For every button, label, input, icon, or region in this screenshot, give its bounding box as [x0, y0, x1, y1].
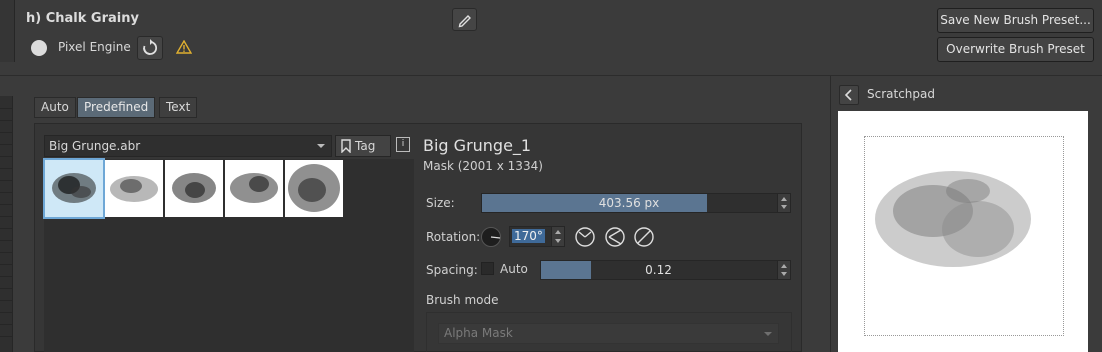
brush-thumbnail[interactable] — [105, 160, 163, 217]
tab-text[interactable]: Text — [159, 97, 198, 118]
grunge-brush-icon — [172, 173, 216, 203]
scratchpad-title: Scratchpad — [867, 87, 935, 101]
rotation-dial[interactable] — [481, 227, 501, 247]
brush-file-select[interactable]: Big Grunge.abr — [44, 135, 332, 157]
brush-thumbnail[interactable] — [285, 160, 343, 217]
bookmark-icon — [341, 139, 351, 153]
grunge-brush-icon — [52, 173, 96, 203]
brush-thumbnail[interactable] — [225, 160, 283, 217]
size-label: Size: — [426, 196, 455, 210]
mask-info: Mask (2001 x 1334) — [423, 159, 543, 173]
grunge-brush-icon — [288, 164, 340, 212]
edit-preset-name-button[interactable] — [452, 8, 477, 31]
brush-mode-value: Alpha Mask — [444, 326, 513, 340]
engine-indicator-icon — [31, 40, 47, 56]
chevron-left-icon — [844, 89, 852, 101]
size-value: 403.56 px — [598, 196, 660, 210]
rotation-label: Rotation: — [426, 230, 481, 244]
tab-auto[interactable]: Auto — [34, 97, 76, 118]
grunge-brush-icon — [110, 176, 158, 202]
spacing-spin-buttons[interactable] — [777, 261, 790, 279]
rotation-input[interactable]: 170° — [509, 226, 565, 247]
save-new-brush-preset-button[interactable]: Save New Brush Preset... — [937, 8, 1094, 33]
rotation-flip-button[interactable] — [604, 226, 626, 248]
brush-thumbnail[interactable] — [165, 160, 223, 217]
diagonal-arrow-icon — [634, 227, 654, 247]
grunge-brush-icon — [230, 173, 278, 203]
spacing-label: Spacing: — [426, 263, 478, 277]
reload-preset-button[interactable] — [137, 36, 163, 60]
warning-icon — [175, 39, 193, 57]
tag-button[interactable]: Tag — [335, 135, 391, 157]
overwrite-brush-preset-button[interactable]: Overwrite Brush Preset — [937, 37, 1094, 62]
rotation-value: 170° — [512, 229, 545, 243]
spacing-slider[interactable]: 0.12 — [540, 260, 791, 280]
spacing-auto-checkbox[interactable] — [481, 262, 494, 275]
left-edge-strip — [0, 0, 15, 62]
scratchpad-collapse-button[interactable] — [839, 85, 859, 105]
flip-icon — [605, 227, 625, 247]
size-slider[interactable]: 403.56 px — [481, 193, 791, 213]
rotation-spin-buttons[interactable] — [551, 227, 564, 246]
rotate-icon — [575, 227, 595, 247]
scratchpad-guide — [864, 136, 1064, 336]
rotation-reset-button[interactable] — [574, 226, 596, 248]
tab-predefined[interactable]: Predefined — [77, 97, 156, 118]
tag-label: Tag — [355, 139, 376, 153]
engine-label: Pixel Engine — [58, 40, 131, 54]
rotation-mirror-button[interactable] — [633, 226, 655, 248]
chevron-down-icon — [764, 332, 772, 336]
size-spin-buttons[interactable] — [777, 194, 790, 212]
preset-title: h) Chalk Grainy — [26, 11, 139, 26]
chevron-down-icon — [317, 144, 325, 148]
left-scroll-gutter — [0, 96, 13, 352]
brush-mode-label: Brush mode — [426, 293, 499, 307]
brush-mode-select[interactable]: Alpha Mask — [438, 323, 779, 344]
brush-thumbnail[interactable] — [43, 158, 105, 219]
refresh-icon — [143, 39, 158, 55]
brush-file-value: Big Grunge.abr — [49, 139, 141, 153]
spacing-value: 0.12 — [645, 263, 672, 277]
brush-name: Big Grunge_1 — [423, 136, 532, 155]
pencil-icon — [458, 15, 471, 28]
spacing-auto-label: Auto — [500, 262, 528, 276]
brush-info-button[interactable]: i — [396, 137, 410, 152]
